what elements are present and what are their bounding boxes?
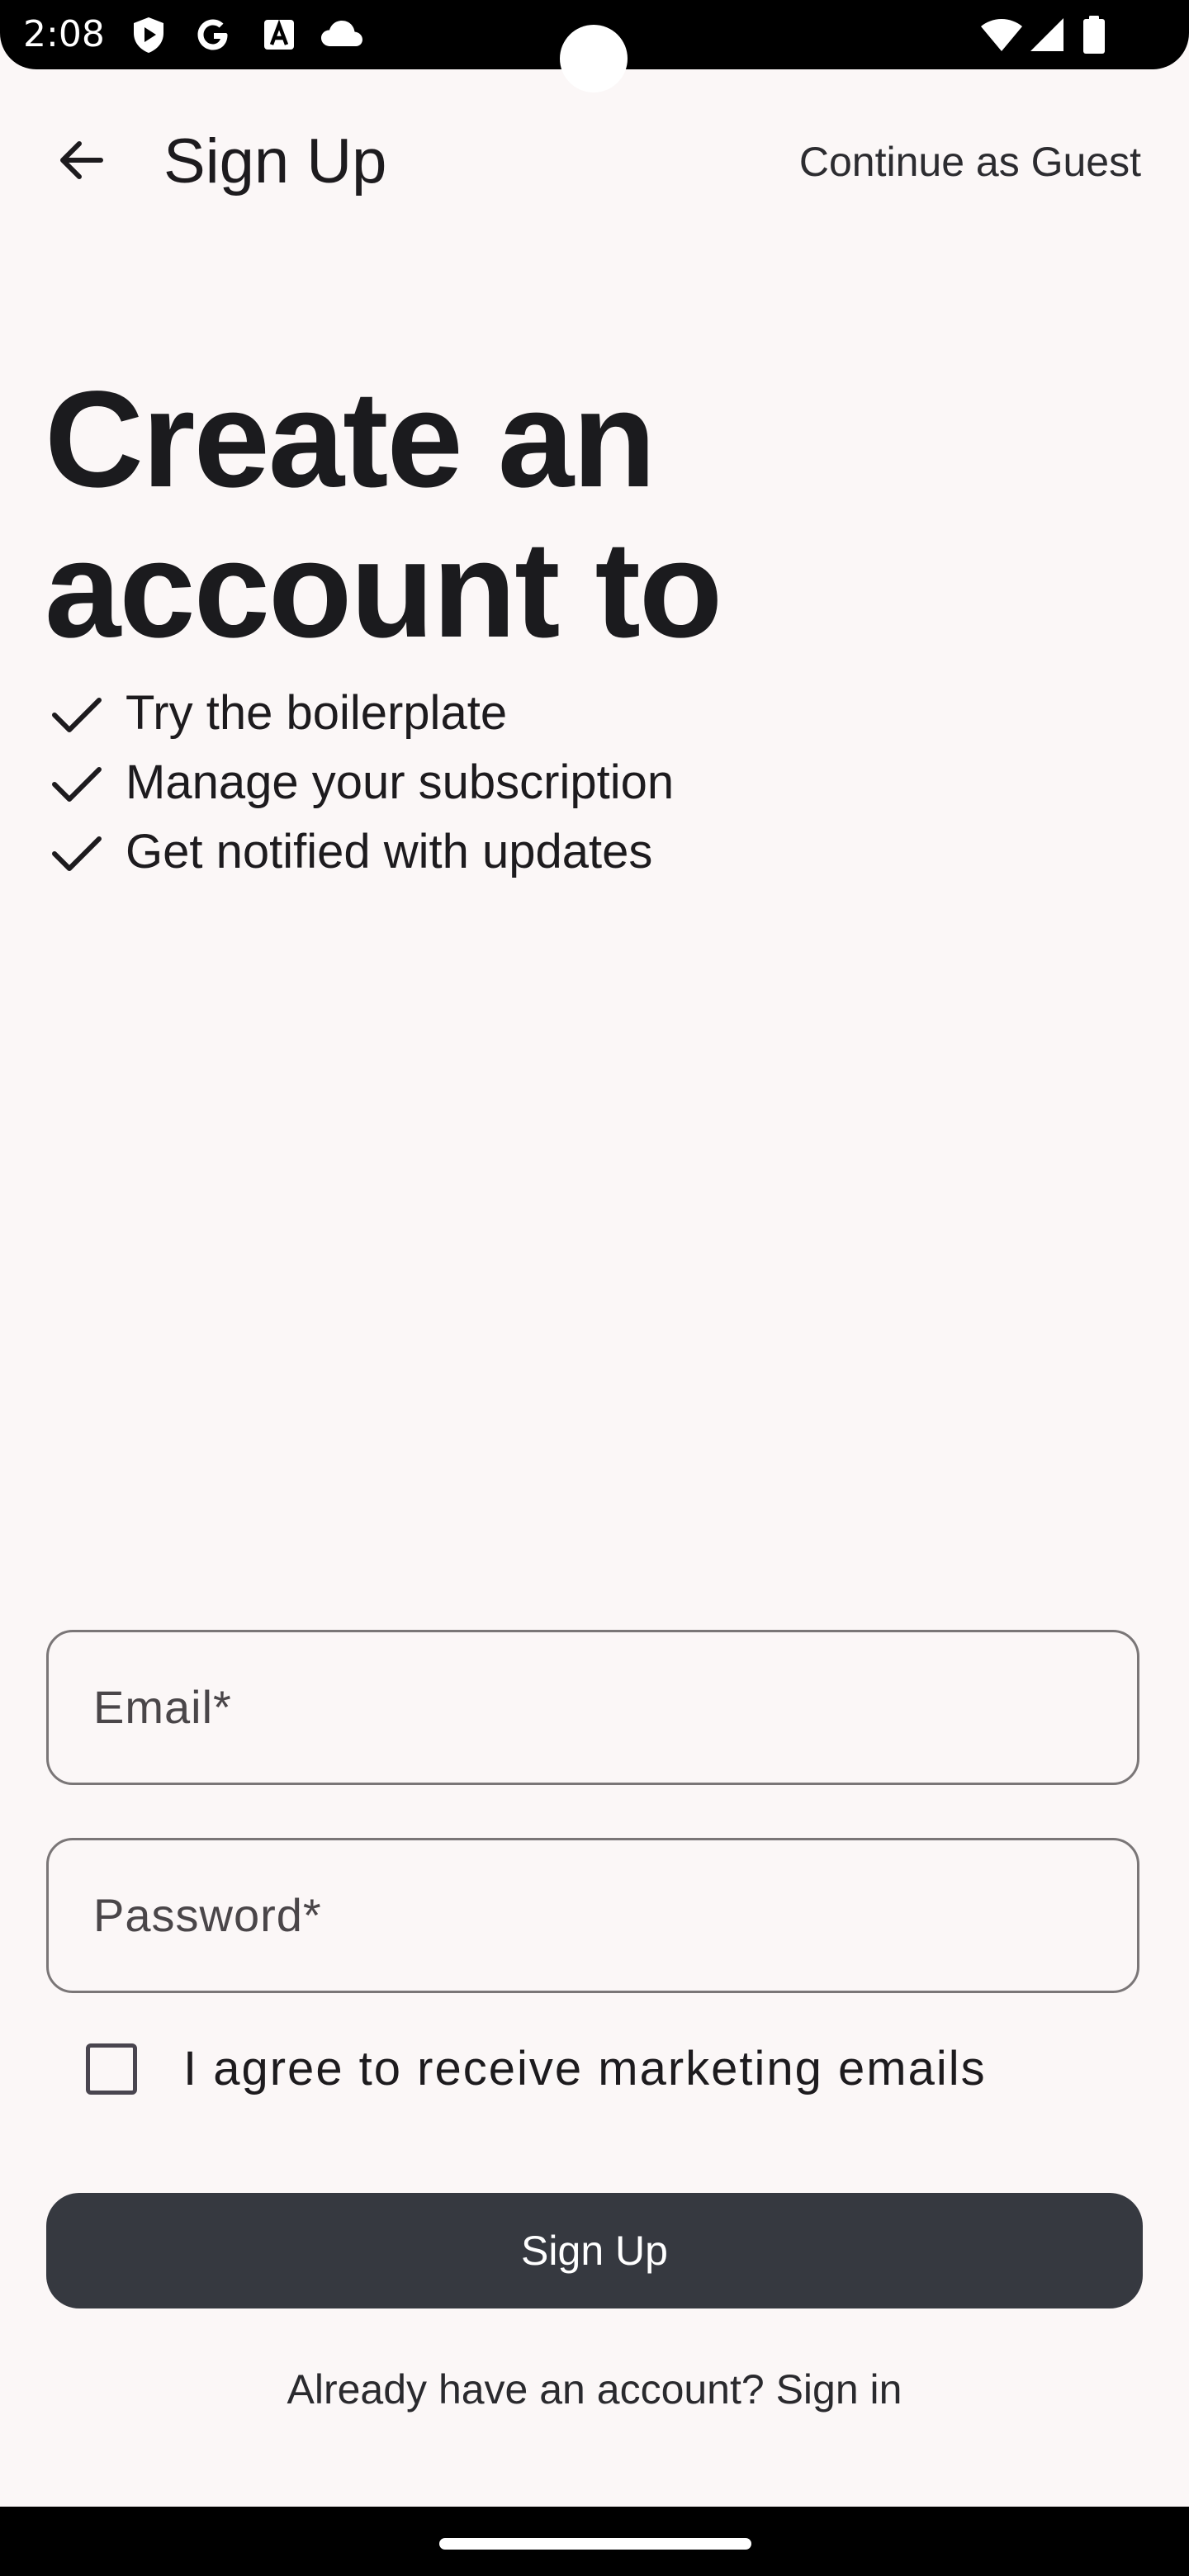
status-bar: 2:08 <box>0 0 1189 92</box>
check-icon <box>50 748 112 817</box>
page-title: Sign Up <box>163 126 387 197</box>
google-g-icon <box>193 15 233 54</box>
a-box-icon <box>259 15 299 54</box>
email-placeholder: Email* <box>93 1681 232 1733</box>
check-icon <box>50 679 112 748</box>
benefit-text: Manage your subscription <box>126 755 675 809</box>
benefit-text: Try the boilerplate <box>126 686 508 740</box>
benefit-text: Get notified with updates <box>126 825 653 878</box>
signal-icon <box>1027 15 1067 54</box>
hero-heading-line-2: account to <box>45 514 722 666</box>
play-shield-icon <box>129 15 168 54</box>
email-field[interactable]: Email* <box>46 1630 1139 1785</box>
camera-cutout <box>560 25 628 92</box>
navigation-bar <box>0 2507 1189 2576</box>
arrow-left-icon <box>54 134 107 191</box>
password-placeholder: Password* <box>93 1889 322 1941</box>
home-indicator[interactable] <box>439 2538 751 2550</box>
back-button[interactable] <box>40 124 122 200</box>
continue-as-guest-button[interactable]: Continue as Guest <box>799 135 1141 188</box>
battery-icon <box>1082 15 1106 54</box>
status-time: 2:08 <box>23 13 105 55</box>
benefits-list: Try the boilerplate Manage your subscrip… <box>50 679 674 887</box>
hero-heading-line-1: Create an <box>45 363 656 516</box>
cloud-icon <box>319 15 365 54</box>
benefit-item: Try the boilerplate <box>50 679 507 748</box>
benefit-item: Get notified with updates <box>50 817 652 887</box>
hero-heading: Create an account to <box>45 365 1118 665</box>
benefit-item: Manage your subscription <box>50 748 674 817</box>
sign-up-button[interactable]: Sign Up <box>46 2193 1143 2308</box>
marketing-checkbox[interactable] <box>86 2043 137 2095</box>
password-field[interactable]: Password* <box>46 1838 1139 1993</box>
marketing-checkbox-label[interactable]: I agree to receive marketing emails <box>183 2038 987 2100</box>
sign-in-link[interactable]: Already have an account? Sign in <box>0 2360 1189 2419</box>
wifi-icon <box>979 15 1024 54</box>
marketing-checkbox-row[interactable]: I agree to receive marketing emails <box>86 2038 987 2100</box>
check-icon <box>50 817 112 887</box>
